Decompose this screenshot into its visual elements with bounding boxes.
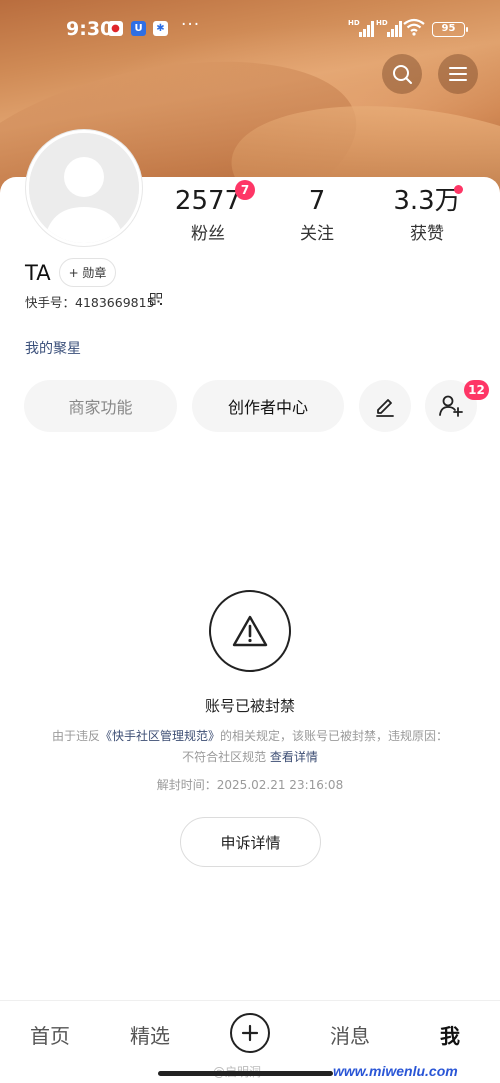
- stat-likes[interactable]: 3.3万 获赞: [372, 186, 482, 244]
- avatar[interactable]: [26, 130, 142, 246]
- community-rules-link[interactable]: 《快手社区管理规范》: [100, 729, 220, 743]
- home-indicator[interactable]: [158, 1071, 333, 1076]
- merchant-features-button[interactable]: 商家功能: [24, 380, 177, 432]
- search-icon: [393, 65, 412, 84]
- nav-messages[interactable]: 消息: [330, 1020, 370, 1049]
- stat-label: 获赞: [410, 224, 444, 244]
- creator-center-button[interactable]: 创作者中心: [192, 380, 344, 432]
- my-star-link[interactable]: 我的聚星: [25, 338, 81, 358]
- stat-value: 3.3万: [393, 186, 461, 216]
- ban-description: 由于违反《快手社区管理规范》的相关规定，该账号已被封禁，违规原因：不符合社区规范…: [50, 726, 450, 768]
- default-avatar-icon: [29, 133, 139, 243]
- create-post-button[interactable]: [230, 1013, 270, 1053]
- kuaishou-id[interactable]: 快手号：4183669815: [25, 292, 155, 311]
- warning-triangle-icon: [232, 615, 268, 647]
- status-time: 9:30: [66, 18, 114, 40]
- stat-value: 7: [308, 186, 326, 216]
- followers-badge: 7: [235, 180, 255, 200]
- appeal-details-button[interactable]: 申诉详情: [180, 817, 321, 867]
- search-button[interactable]: [382, 54, 422, 94]
- edit-pencil-icon: [376, 399, 394, 417]
- site-watermark: www.miwenlu.com: [333, 1063, 458, 1079]
- profile-name: TA: [25, 261, 51, 285]
- battery-indicator: 95: [432, 22, 468, 37]
- ban-desc-prefix: 由于违反: [51, 729, 100, 743]
- warning-circle: [209, 590, 291, 672]
- menu-icon: [449, 67, 467, 81]
- blue-u-app-icon: U: [131, 21, 146, 36]
- add-medal-button[interactable]: + 勋章: [59, 258, 116, 287]
- wifi-icon: [403, 18, 425, 36]
- signal-icon: HD: [376, 19, 402, 37]
- red-app-icon: ●: [108, 21, 123, 36]
- add-friend-badge: 12: [464, 380, 489, 400]
- likes-dot-badge: [454, 185, 463, 194]
- plus-icon: [241, 1024, 259, 1042]
- menu-button[interactable]: [438, 54, 478, 94]
- unban-time: 解封时间：2025.02.21 23:16:08: [156, 778, 344, 792]
- stat-following[interactable]: 7 关注: [262, 186, 372, 244]
- edit-profile-button[interactable]: [359, 380, 411, 432]
- view-details-link[interactable]: 查看详情: [270, 750, 318, 764]
- more-notifications-icon: ···: [181, 15, 201, 35]
- ban-title: 账号已被封禁: [204, 697, 295, 715]
- nav-featured[interactable]: 精选: [130, 1020, 170, 1049]
- blue-app-icon: ✱: [153, 21, 168, 36]
- nav-me[interactable]: 我: [440, 1020, 460, 1049]
- stat-label: 关注: [300, 224, 334, 244]
- stat-label: 粉丝: [191, 224, 225, 244]
- qr-code-icon[interactable]: [150, 293, 162, 305]
- signal-icon: HD: [348, 19, 374, 37]
- nav-home[interactable]: 首页: [30, 1020, 70, 1049]
- status-bar: 9:30 ● U ✱ ··· HD HD 95: [0, 0, 500, 60]
- add-friend-icon: [439, 395, 463, 417]
